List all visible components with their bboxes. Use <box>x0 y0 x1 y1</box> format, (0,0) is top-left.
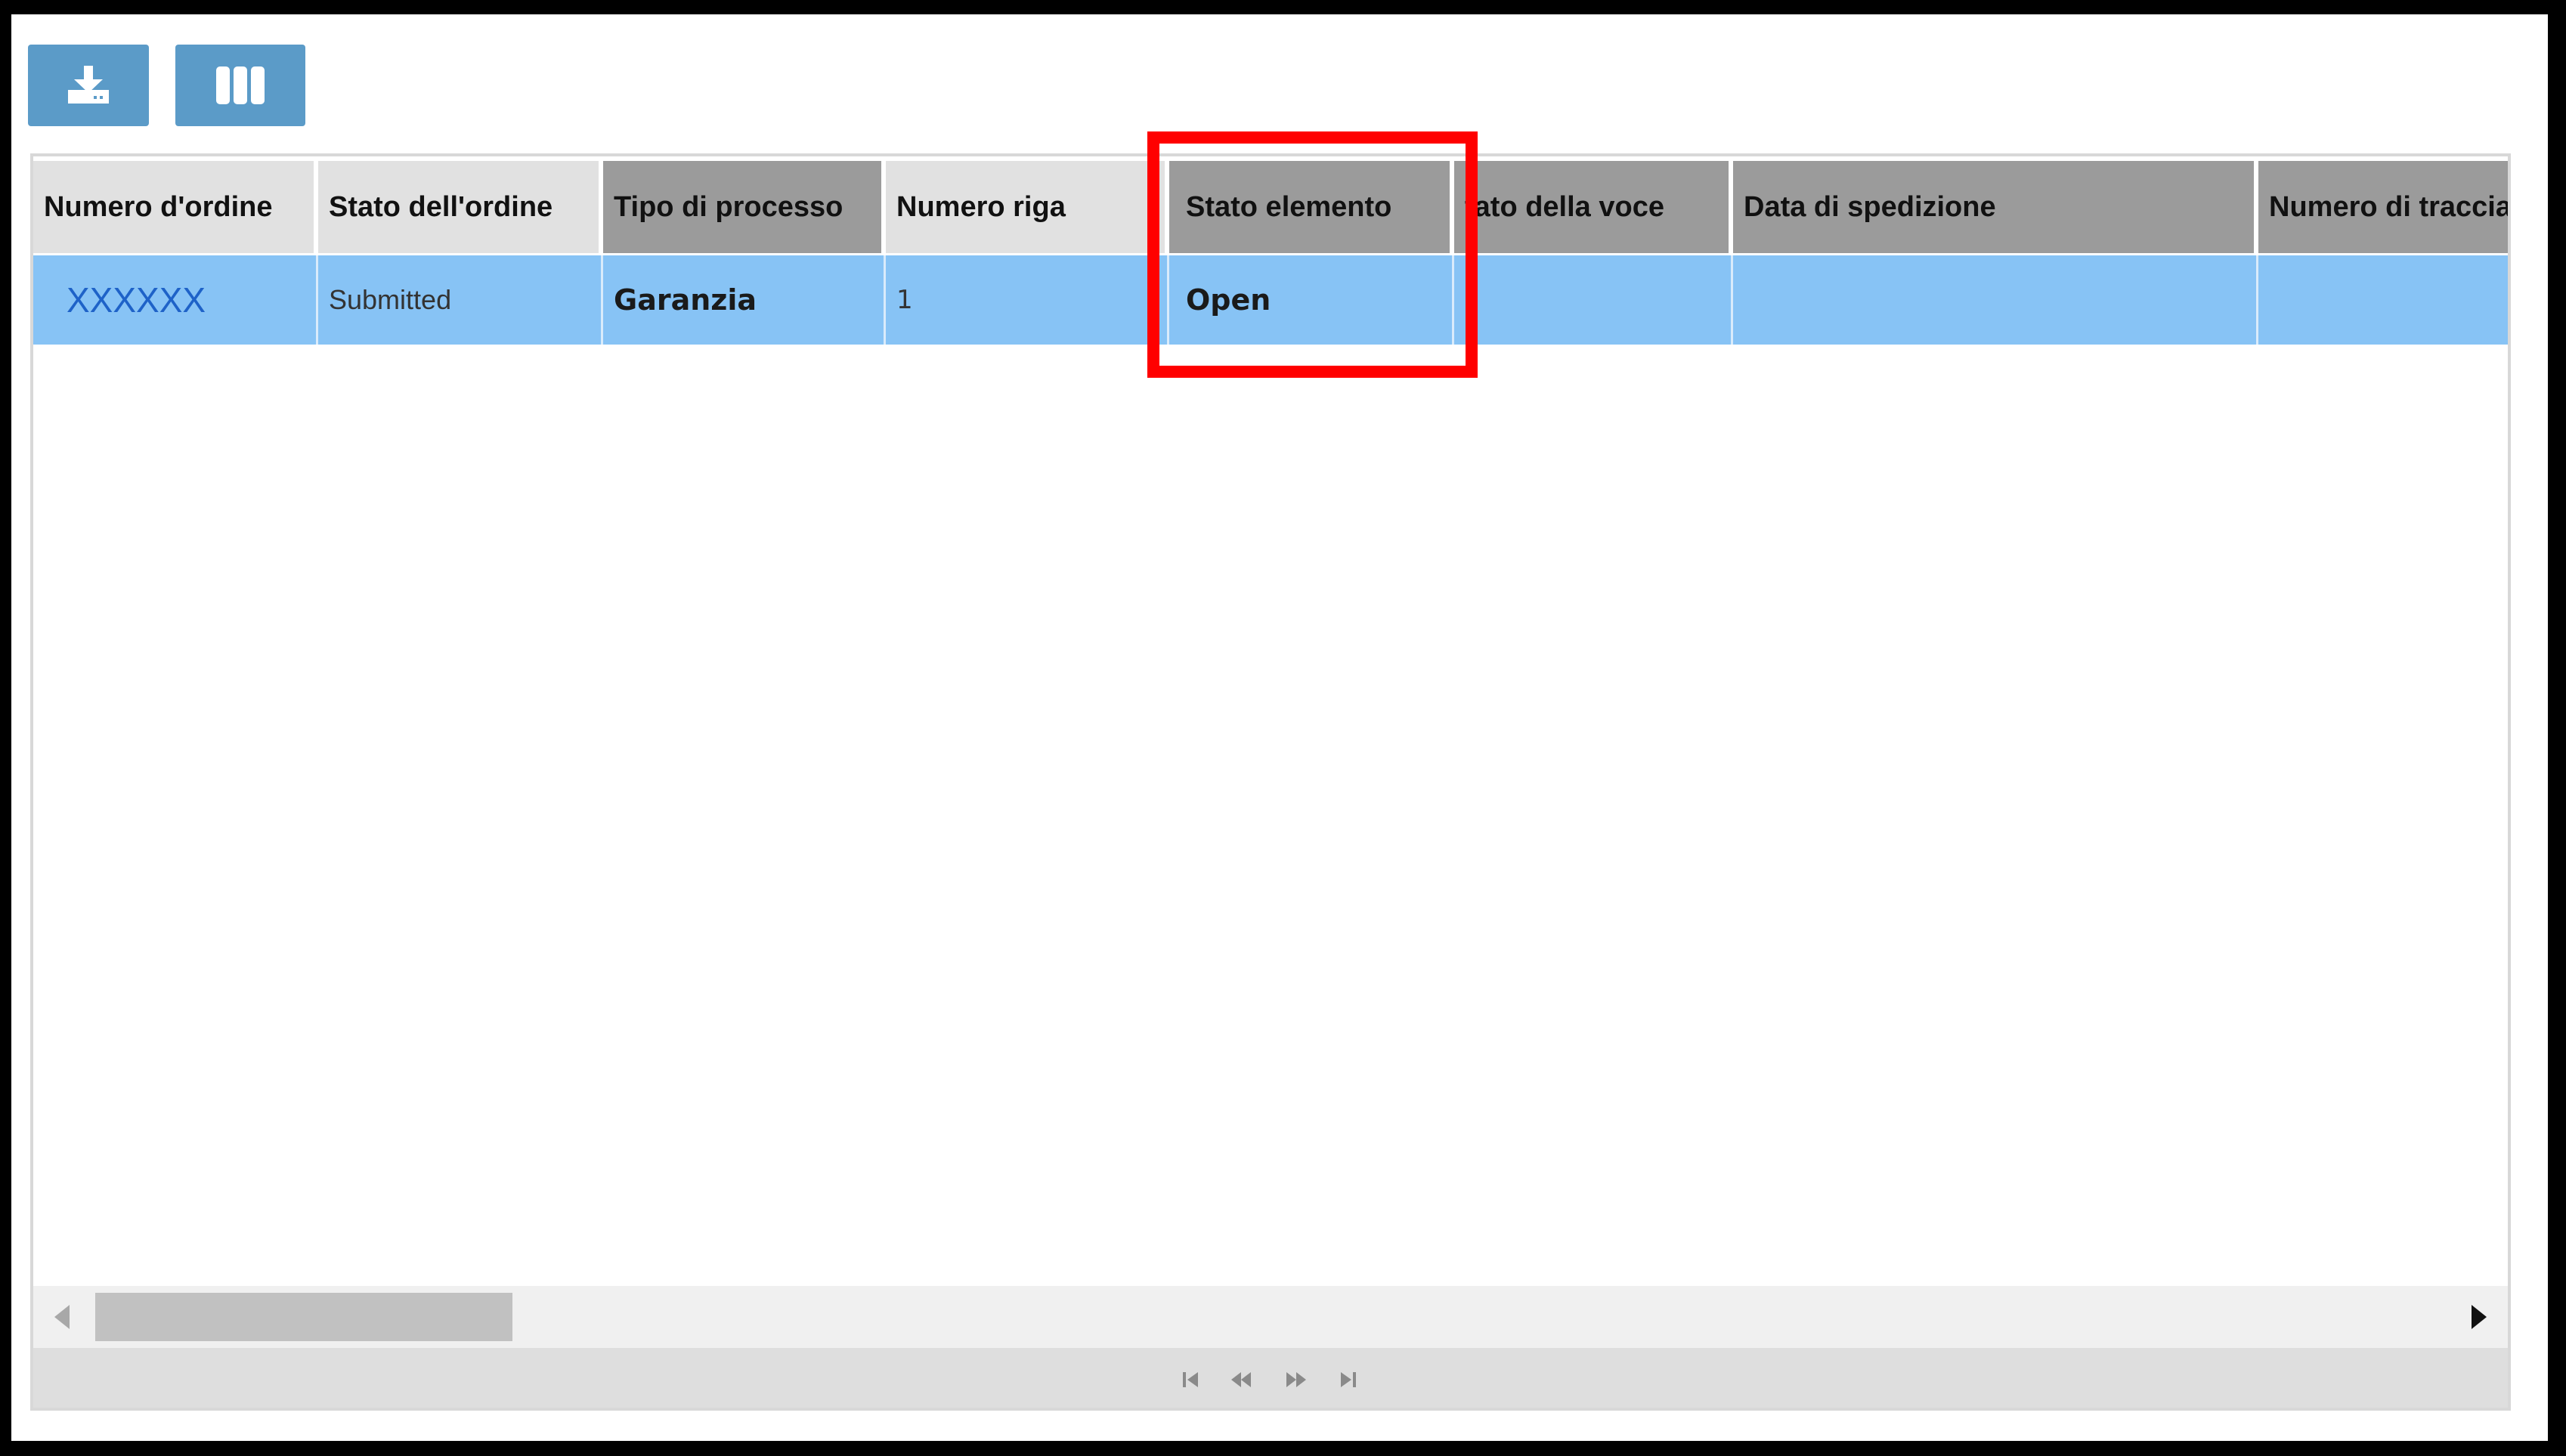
last-page-icon[interactable] <box>1335 1369 1360 1390</box>
prev-page-icon[interactable] <box>1228 1369 1254 1390</box>
columns-icon <box>216 66 265 104</box>
entry-status-cell <box>1454 255 1733 345</box>
column-header-tracking-number[interactable]: Numero di traccia <box>2258 161 2508 253</box>
order-status-cell: Submitted <box>318 255 603 345</box>
horizontal-scrollbar[interactable] <box>33 1286 2508 1348</box>
tracking-number-cell <box>2258 255 2508 345</box>
pager-bar <box>33 1348 2508 1408</box>
highlight-annotation-box <box>1147 131 1478 378</box>
column-header-order-number[interactable]: Numero d'ordine <box>33 161 318 253</box>
column-header-order-status[interactable]: Stato dell'ordine <box>318 161 603 253</box>
columns-button[interactable] <box>175 45 305 126</box>
next-page-icon[interactable] <box>1283 1369 1309 1390</box>
line-number-cell: 1 <box>886 255 1169 345</box>
shipping-date-cell <box>1733 255 2258 345</box>
download-icon <box>68 66 109 104</box>
scrollbar-thumb[interactable] <box>95 1293 512 1341</box>
arrow-right-icon[interactable] <box>2472 1305 2487 1329</box>
process-type-cell: Garanzia <box>603 255 886 345</box>
arrow-left-icon[interactable] <box>54 1305 70 1329</box>
column-header-entry-status[interactable]: tato della voce <box>1454 161 1733 253</box>
column-header-line-number[interactable]: Numero riga <box>886 161 1169 253</box>
column-header-shipping-date[interactable]: Data di spedizione <box>1733 161 2258 253</box>
download-button[interactable] <box>28 45 149 126</box>
first-page-icon[interactable] <box>1178 1369 1204 1390</box>
order-number-link[interactable]: XXXXXX <box>33 255 318 345</box>
column-header-process-type[interactable]: Tipo di processo <box>603 161 886 253</box>
